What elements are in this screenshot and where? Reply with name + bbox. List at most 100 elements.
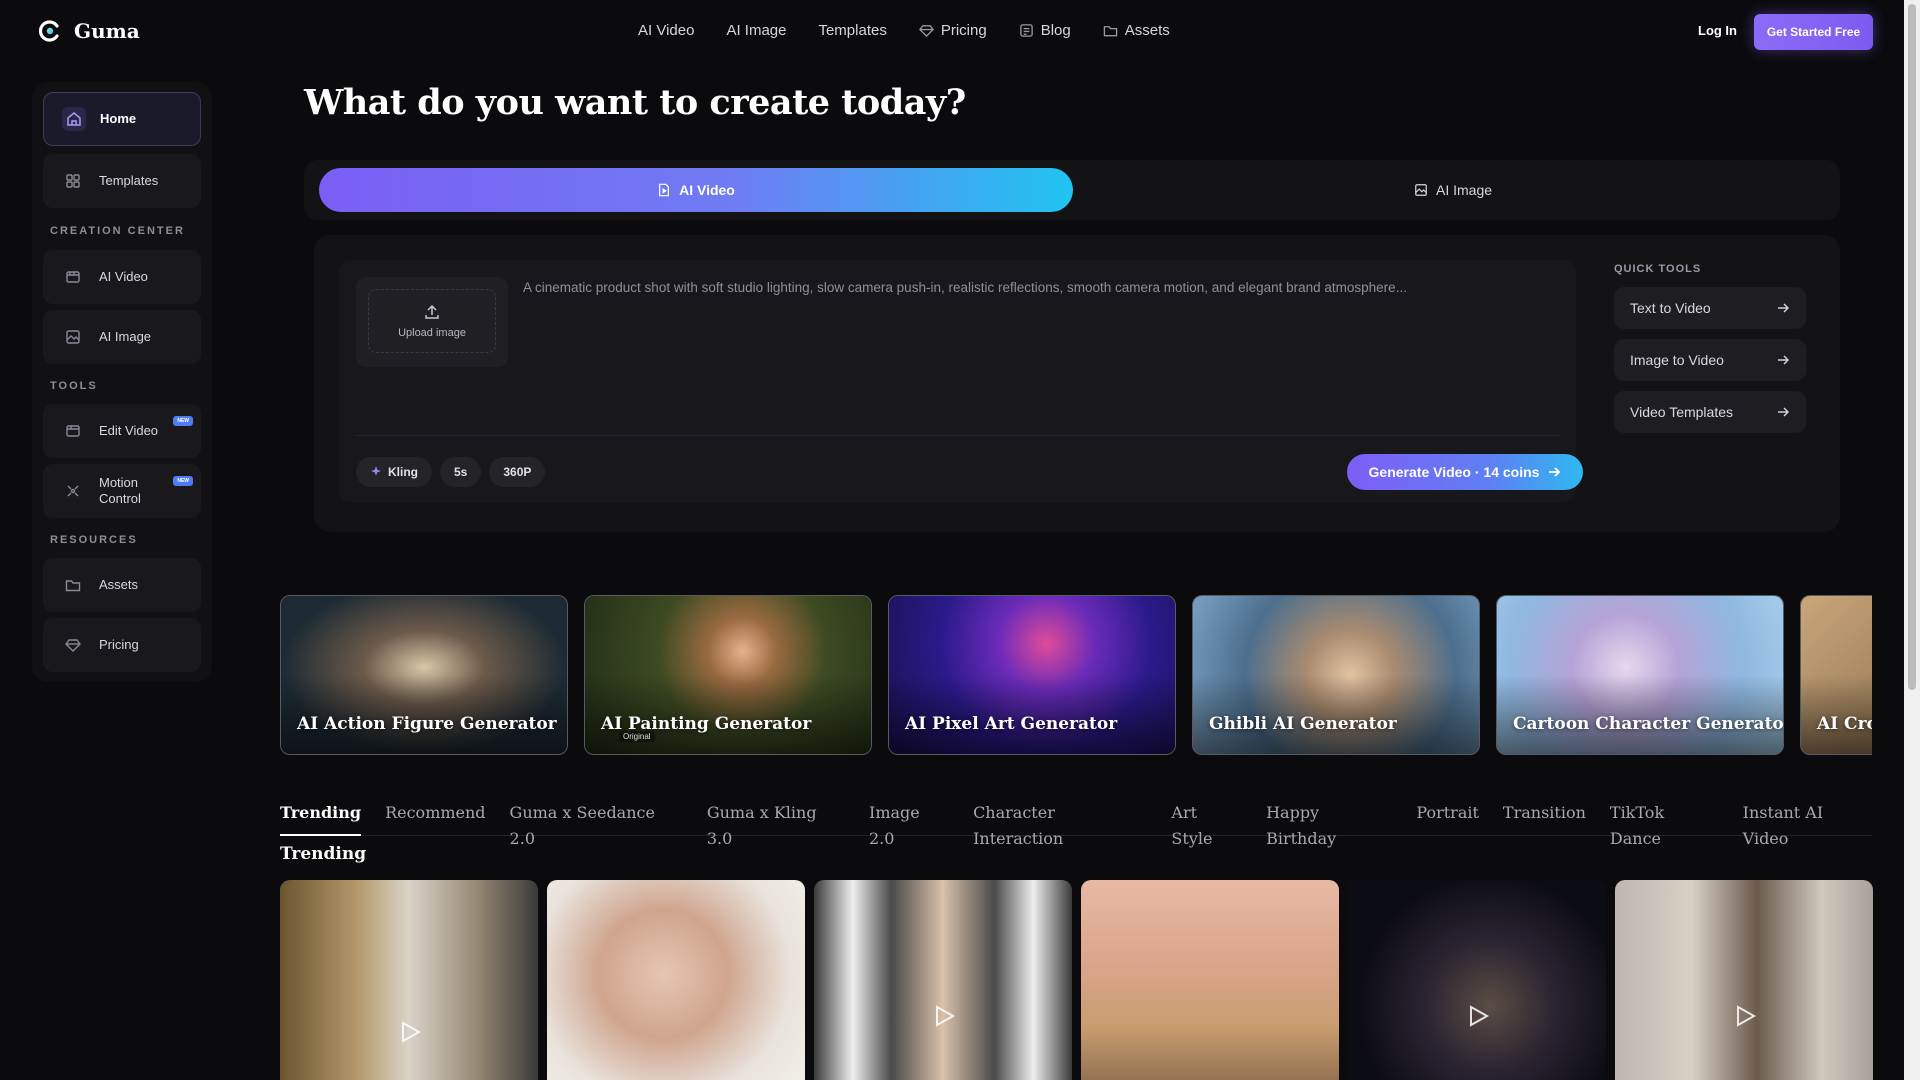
video-thumbnail <box>1081 880 1339 1080</box>
sidebar-item-ai-video[interactable]: AI Video <box>43 250 201 304</box>
tab-ai-image-label: AI Image <box>1436 182 1493 198</box>
generator-title: AI Action Figure Generator <box>297 714 557 734</box>
tab-recommend[interactable]: Recommend <box>385 800 485 836</box>
scrollbar-thumb[interactable] <box>1908 4 1916 690</box>
tab-guma-seedance[interactable]: Guma x Seedance 2.0 <box>510 800 683 848</box>
video-card[interactable] <box>547 880 805 1080</box>
diamond-icon <box>65 639 81 652</box>
generate-label: Generate Video · 14 coins <box>1368 464 1540 480</box>
sidebar-item-motion-control[interactable]: Motion Control NEW <box>43 464 201 518</box>
tab-instant-ai-video[interactable]: Instant AI Video <box>1743 800 1872 848</box>
arrow-right-icon <box>1549 467 1561 477</box>
home-icon <box>67 112 81 126</box>
sidebar-item-label: Assets <box>99 577 139 592</box>
tab-ai-video[interactable]: AI Video <box>319 168 1073 212</box>
sidebar-item-edit-video[interactable]: Edit Video NEW <box>43 404 201 458</box>
login-link[interactable]: Log In <box>1698 23 1737 38</box>
quick-text-to-video[interactable]: Text to Video <box>1614 287 1806 329</box>
prompt-area: Upload image A cinematic product shot wi… <box>339 260 1583 502</box>
section-tools: TOOLS <box>50 380 98 392</box>
nav-ai-video[interactable]: AI Video <box>638 22 694 39</box>
image-icon <box>1415 184 1427 196</box>
tab-trending[interactable]: Trending <box>280 800 362 836</box>
generator-title: Cartoon Character Generator <box>1513 714 1784 734</box>
grid-icon <box>66 174 80 188</box>
tab-art-style[interactable]: Art Style <box>1171 800 1242 848</box>
quick-tools: QUICK TOOLS Text to Video Image to Video… <box>1614 260 1814 433</box>
templates-icon-box <box>61 169 85 193</box>
generator-card[interactable]: Cartoon Character Generator <box>1496 595 1784 755</box>
folder-icon <box>1103 26 1117 37</box>
nav-pricing-label: Pricing <box>940 22 987 39</box>
sidebar-item-ai-image[interactable]: AI Image <box>43 310 201 364</box>
upload-image-button[interactable]: Upload image <box>368 289 496 353</box>
quick-video-templates[interactable]: Video Templates <box>1614 391 1806 433</box>
motion-icon <box>67 485 79 497</box>
image-icon <box>66 330 80 344</box>
get-started-button[interactable]: Get Started Free <box>1754 14 1873 50</box>
page-title: What do you want to create today? <box>304 82 966 123</box>
sidebar-item-home[interactable]: Home <box>43 92 201 146</box>
tab-ai-video-label: AI Video <box>679 182 735 198</box>
prompt-input[interactable]: A cinematic product shot with soft studi… <box>523 280 1553 295</box>
model-chip[interactable]: Kling <box>356 457 432 487</box>
video-card[interactable] <box>1081 880 1339 1080</box>
new-badge: NEW <box>173 476 193 486</box>
tab-transition[interactable]: Transition <box>1503 800 1586 836</box>
assets-icon-box <box>61 573 85 597</box>
arrow-right-icon <box>1778 303 1790 313</box>
model-chip-label: Kling <box>388 465 418 479</box>
generator-title: Ghibli AI Generator <box>1209 714 1397 734</box>
generator-card[interactable]: AI Cro <box>1800 595 1872 755</box>
generator-title: AI Cro <box>1817 714 1872 734</box>
tab-portrait[interactable]: Portrait <box>1416 800 1479 836</box>
video-card[interactable] <box>1348 880 1606 1080</box>
brand-name: Guma <box>74 19 140 43</box>
arrow-right-icon <box>1778 407 1790 417</box>
duration-chip[interactable]: 5s <box>440 457 482 487</box>
motion-control-icon-box <box>61 479 85 503</box>
nav-blog-label: Blog <box>1040 22 1071 39</box>
video-card[interactable] <box>280 880 538 1080</box>
sidebar: Home Templates CREATION CENTER AI Video … <box>32 82 212 682</box>
sidebar-item-label: Motion Control <box>99 475 141 507</box>
upload-icon <box>425 304 439 319</box>
resolution-chip[interactable]: 360P <box>489 457 546 487</box>
tab-happy-birthday[interactable]: Happy Birthday <box>1266 800 1392 848</box>
nav-ai-image-label: AI Image <box>726 22 787 39</box>
generator-card[interactable]: AI Painting Generator Original <box>584 595 872 755</box>
generate-video-button[interactable]: Generate Video · 14 coins <box>1347 454 1583 490</box>
nav-blog[interactable]: Blog <box>1019 22 1071 39</box>
quick-image-to-video[interactable]: Image to Video <box>1614 339 1806 381</box>
video-card[interactable] <box>1615 880 1873 1080</box>
tab-image-2[interactable]: Image 2.0 <box>869 800 949 848</box>
generator-card[interactable]: AI Action Figure Generator <box>280 595 568 755</box>
ai-image-icon-box <box>61 325 85 349</box>
creator-panel: AI Video AI Image Upload image A cinemat… <box>304 160 1840 532</box>
folder-icon <box>65 580 81 592</box>
nav-templates[interactable]: Templates <box>818 22 886 39</box>
video-grid <box>280 880 1873 1080</box>
tab-ai-image[interactable]: AI Image <box>1414 182 1492 198</box>
nav-assets[interactable]: Assets <box>1103 22 1170 39</box>
brand-logo[interactable]: Guma <box>36 18 140 44</box>
nav-ai-image[interactable]: AI Image <box>726 22 786 39</box>
sidebar-item-assets[interactable]: Assets <box>43 558 201 612</box>
ai-video-icon-box <box>61 265 85 289</box>
blog-icon <box>1019 24 1033 37</box>
main-nav: AI Video AI Image Templates Pricing Blog… <box>638 22 1170 39</box>
option-chips: Kling 5s 360P <box>356 457 546 487</box>
video-card[interactable] <box>814 880 1072 1080</box>
play-icon <box>1470 1005 1490 1027</box>
guma-logo-icon <box>38 20 61 42</box>
arrow-right-icon <box>1778 355 1790 365</box>
generator-card[interactable]: Ghibli AI Generator <box>1192 595 1480 755</box>
sidebar-item-templates[interactable]: Templates <box>43 154 201 208</box>
sidebar-item-pricing[interactable]: Pricing <box>43 618 201 672</box>
nav-pricing[interactable]: Pricing <box>918 22 987 39</box>
tab-tiktok-dance[interactable]: TikTok Dance <box>1610 800 1719 848</box>
tab-guma-kling[interactable]: Guma x Kling 3.0 <box>707 800 845 848</box>
generator-card[interactable]: AI Pixel Art Generator <box>888 595 1176 755</box>
nav-assets-label: Assets <box>1124 22 1170 39</box>
tab-character-interaction[interactable]: Character Interaction <box>973 800 1147 848</box>
